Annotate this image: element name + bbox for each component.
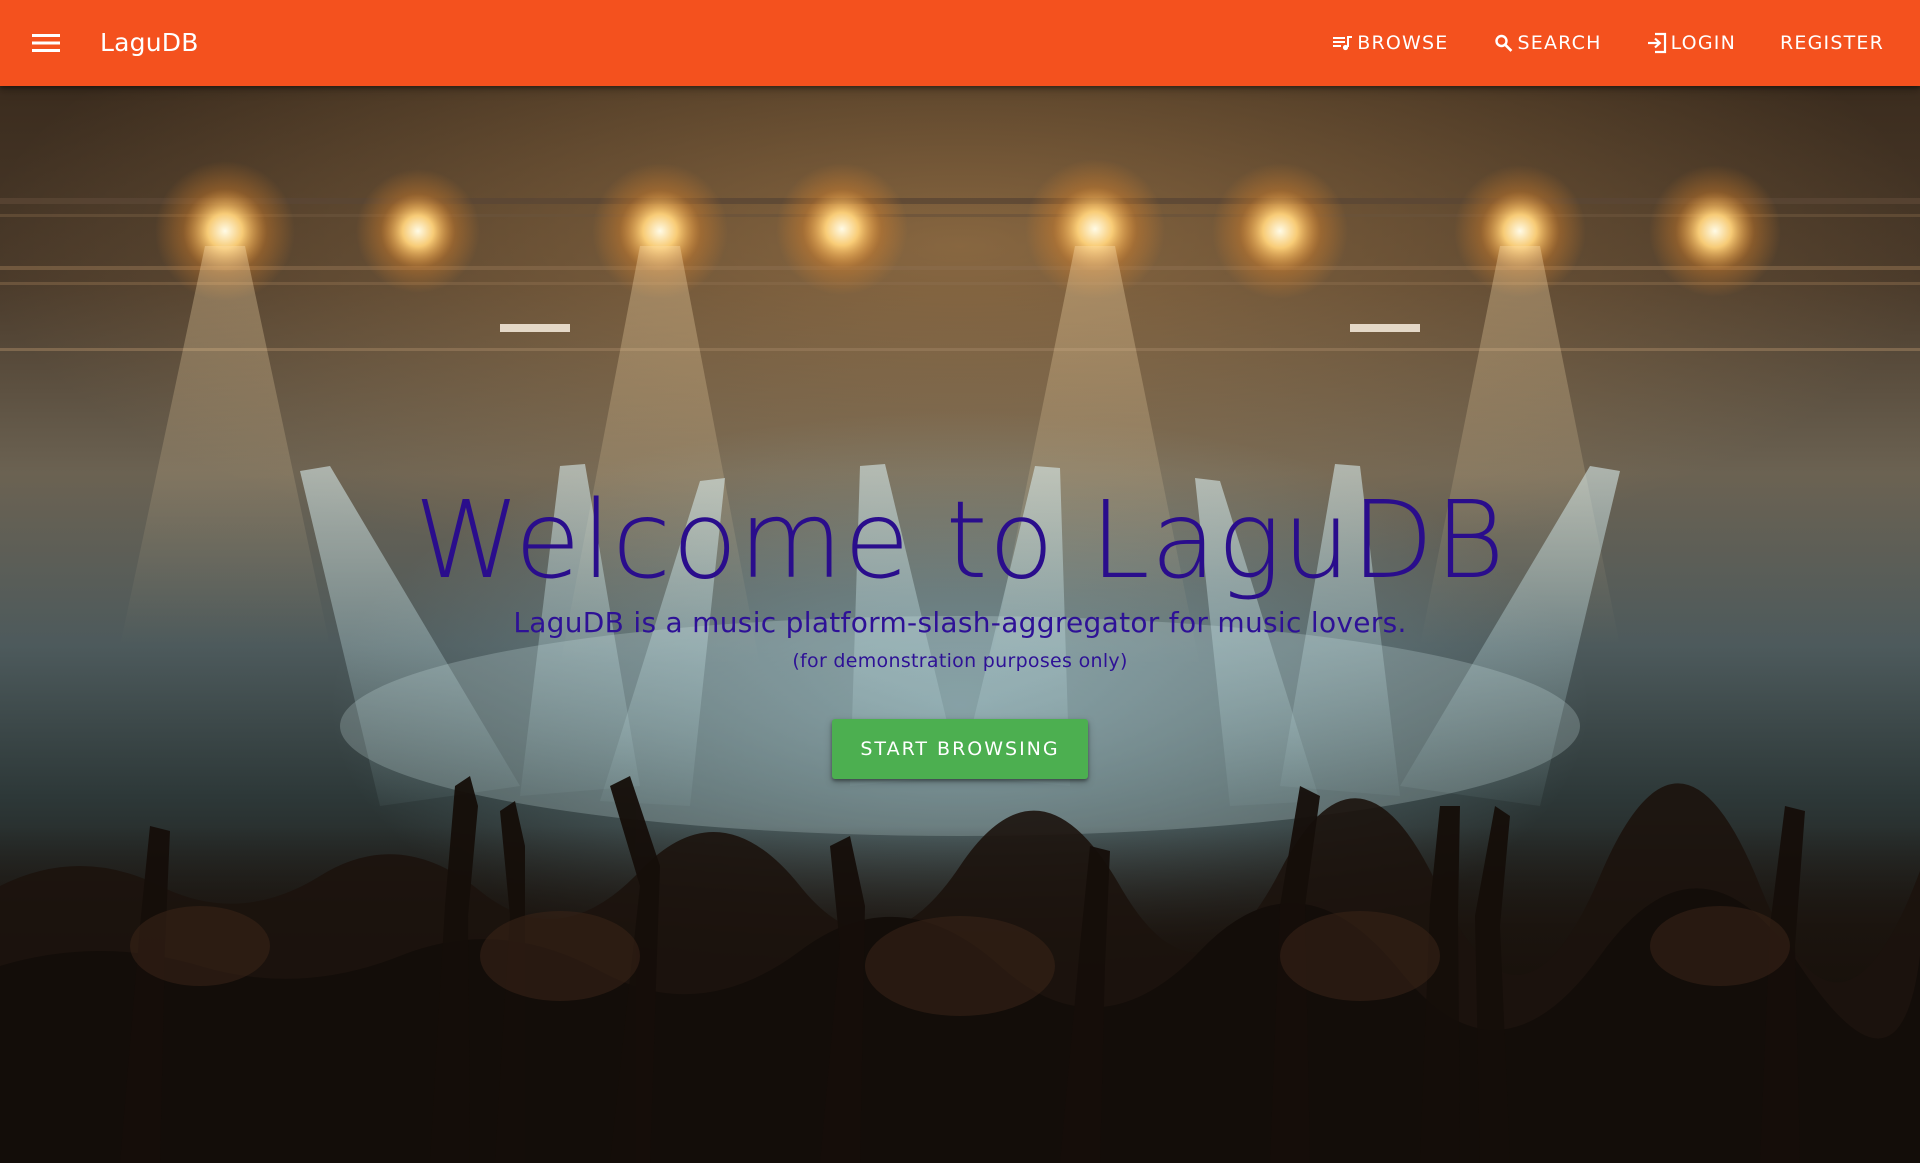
nav-register[interactable]: REGISTER: [1780, 22, 1884, 64]
hero-subtitle: LaguDB is a music platform-slash-aggrega…: [513, 606, 1407, 639]
playlist-music-icon: [1333, 36, 1353, 51]
nav-search[interactable]: SEARCH: [1493, 22, 1602, 64]
hero-disclaimer: (for demonstration purposes only): [792, 650, 1128, 672]
nav-login-label: LOGIN: [1670, 32, 1736, 54]
hero-title: Welcome to LaguDB: [414, 479, 1506, 603]
nav-search-label: SEARCH: [1517, 32, 1602, 54]
hero-section: Welcome to LaguDB LaguDB is a music plat…: [0, 86, 1920, 1163]
search-icon: [1494, 34, 1512, 52]
nav-login[interactable]: LOGIN: [1646, 22, 1736, 64]
menu-icon: [32, 34, 60, 52]
top-app-bar: LaguDB BROWSE SEARCH LOGIN REGISTER: [0, 0, 1920, 86]
nav-browse[interactable]: BROWSE: [1332, 22, 1448, 64]
menu-button[interactable]: [28, 29, 64, 57]
start-browsing-button[interactable]: START BROWSING: [832, 719, 1088, 779]
brand-title[interactable]: LaguDB: [100, 25, 199, 61]
top-nav: BROWSE SEARCH LOGIN REGISTER: [1288, 22, 1884, 64]
nav-browse-label: BROWSE: [1357, 32, 1449, 54]
nav-register-label: REGISTER: [1779, 32, 1884, 54]
login-icon: [1647, 32, 1666, 54]
app-root: LaguDB BROWSE SEARCH LOGIN REGISTER Welc…: [0, 0, 1920, 1163]
